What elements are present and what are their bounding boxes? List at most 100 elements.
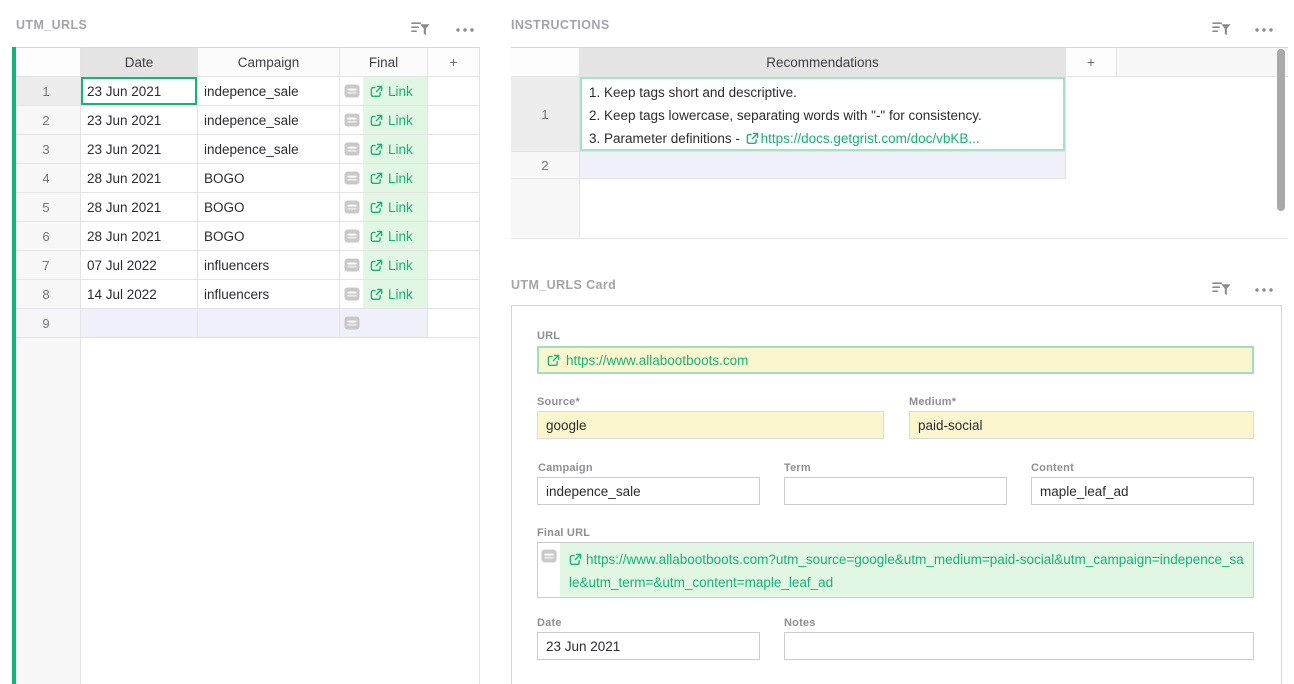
- cell-empty[interactable]: [428, 222, 480, 251]
- row-number[interactable]: 1: [12, 77, 81, 106]
- campaign-field[interactable]: indepence_sale: [537, 477, 760, 505]
- url-field[interactable]: https://www.allabootboots.com: [537, 346, 1254, 374]
- external-link-icon[interactable]: [547, 354, 560, 367]
- cell-campaign[interactable]: BOGO: [198, 193, 340, 222]
- cell-empty[interactable]: [428, 193, 480, 222]
- cell-final-link[interactable]: Link: [340, 193, 428, 222]
- column-header-date[interactable]: Date: [81, 47, 198, 77]
- record-card-icon-strip: [538, 543, 560, 563]
- row-number[interactable]: 6: [12, 222, 81, 251]
- cell-empty[interactable]: [428, 135, 480, 164]
- sort-filter-icon[interactable]: [1211, 20, 1231, 38]
- record-card-icon[interactable]: [541, 549, 557, 563]
- cell-date[interactable]: 28 Jun 2021: [81, 193, 198, 222]
- external-link-cell[interactable]: Link: [363, 77, 427, 105]
- cell-empty[interactable]: [428, 251, 480, 280]
- cell-recommendations-empty[interactable]: [580, 152, 1066, 179]
- cell-final-link[interactable]: Link: [340, 280, 428, 309]
- external-link-cell[interactable]: Link: [363, 106, 427, 134]
- cell-empty[interactable]: [428, 309, 480, 338]
- row-number[interactable]: 2: [511, 152, 580, 179]
- cell-date[interactable]: 28 Jun 2021: [81, 222, 198, 251]
- column-header-recommendations[interactable]: Recommendations: [580, 47, 1066, 77]
- row-number-header[interactable]: [12, 47, 81, 77]
- cell-final-link[interactable]: Link: [340, 164, 428, 193]
- record-card-icon[interactable]: [344, 84, 360, 98]
- source-field[interactable]: google: [537, 411, 884, 439]
- cell-empty[interactable]: [428, 164, 480, 193]
- cell-campaign[interactable]: influencers: [198, 280, 340, 309]
- external-link-cell[interactable]: Link: [363, 135, 427, 163]
- sort-filter-icon[interactable]: [1211, 280, 1231, 298]
- cell-empty[interactable]: [428, 77, 480, 106]
- record-card-icon[interactable]: [344, 316, 360, 330]
- cell-date[interactable]: 28 Jun 2021: [81, 164, 198, 193]
- date-field[interactable]: 23 Jun 2021: [537, 632, 760, 660]
- external-link-icon: [370, 172, 383, 185]
- row-number[interactable]: 9: [12, 309, 81, 338]
- cell-campaign[interactable]: indepence_sale: [198, 106, 340, 135]
- active-section-bar: [12, 47, 16, 684]
- cell-campaign[interactable]: influencers: [198, 251, 340, 280]
- record-card-icon[interactable]: [344, 171, 360, 185]
- cell-date[interactable]: 07 Jul 2022: [81, 251, 198, 280]
- final-url-field[interactable]: https://www.allabootboots.com?utm_source…: [537, 542, 1254, 598]
- cell-final-link[interactable]: Link: [340, 106, 428, 135]
- record-card-icon[interactable]: [344, 287, 360, 301]
- term-field[interactable]: [784, 477, 1007, 505]
- external-link-cell[interactable]: Link: [363, 193, 427, 221]
- content-field[interactable]: maple_leaf_ad: [1031, 477, 1254, 505]
- vertical-scrollbar[interactable]: [1277, 49, 1285, 211]
- notes-field[interactable]: [784, 632, 1254, 660]
- cell-empty[interactable]: [428, 280, 480, 309]
- column-header-final[interactable]: Final: [340, 47, 428, 77]
- row-number[interactable]: 4: [12, 164, 81, 193]
- row-number-header[interactable]: [511, 47, 580, 77]
- record-card-icon[interactable]: [344, 113, 360, 127]
- record-card-icon[interactable]: [344, 258, 360, 272]
- more-options-icon[interactable]: [1254, 27, 1274, 33]
- record-card-icon[interactable]: [344, 200, 360, 214]
- record-card-icon[interactable]: [344, 229, 360, 243]
- add-column-button[interactable]: +: [1066, 47, 1117, 77]
- cell-recommendations[interactable]: 1. Keep tags short and descriptive. 2. K…: [580, 77, 1066, 152]
- cell-date-empty[interactable]: [81, 309, 198, 338]
- cell-final-link[interactable]: Link: [340, 222, 428, 251]
- cell-final-empty[interactable]: [340, 309, 428, 338]
- table-row: 3 23 Jun 2021 indepence_sale Link: [12, 135, 480, 164]
- row-number[interactable]: 3: [12, 135, 81, 164]
- row-number[interactable]: 1: [511, 77, 580, 152]
- more-options-icon[interactable]: [1254, 287, 1274, 293]
- row-number[interactable]: 2: [12, 106, 81, 135]
- record-card-icon[interactable]: [344, 142, 360, 156]
- cell-date[interactable]: 14 Jul 2022: [81, 280, 198, 309]
- column-header-campaign[interactable]: Campaign: [198, 47, 340, 77]
- instructions-header-row: Recommendations +: [511, 47, 1288, 77]
- row-number[interactable]: 5: [12, 193, 81, 222]
- cell-campaign[interactable]: indepence_sale: [198, 77, 340, 106]
- cell-date[interactable]: 23 Jun 2021: [81, 106, 198, 135]
- row-number[interactable]: 8: [12, 280, 81, 309]
- external-link-cell[interactable]: Link: [363, 280, 427, 308]
- cell-campaign[interactable]: BOGO: [198, 222, 340, 251]
- cell-date[interactable]: 23 Jun 2021: [81, 77, 198, 106]
- cell-campaign-empty[interactable]: [198, 309, 340, 338]
- cell-campaign[interactable]: indepence_sale: [198, 135, 340, 164]
- add-column-button[interactable]: +: [428, 47, 480, 77]
- cell-final-link[interactable]: Link: [340, 251, 428, 280]
- final-url-link[interactable]: https://www.allabootboots.com?utm_source…: [560, 543, 1253, 598]
- cell-campaign[interactable]: BOGO: [198, 164, 340, 193]
- row-number[interactable]: 7: [12, 251, 81, 280]
- external-link-cell[interactable]: Link: [363, 222, 427, 250]
- external-link-cell[interactable]: Link: [363, 251, 427, 279]
- docs-link[interactable]: https://docs.getgrist.com/doc/vbKB...: [761, 131, 980, 146]
- cell-final-link[interactable]: Link: [340, 77, 428, 106]
- external-link-cell[interactable]: Link: [363, 164, 427, 192]
- medium-field[interactable]: paid-social: [909, 411, 1254, 439]
- cell-final-link[interactable]: Link: [340, 135, 428, 164]
- more-options-icon[interactable]: [455, 27, 475, 33]
- sort-filter-icon[interactable]: [410, 20, 430, 38]
- cell-date[interactable]: 23 Jun 2021: [81, 135, 198, 164]
- cell-empty[interactable]: [428, 106, 480, 135]
- source-label: Source*: [537, 396, 580, 408]
